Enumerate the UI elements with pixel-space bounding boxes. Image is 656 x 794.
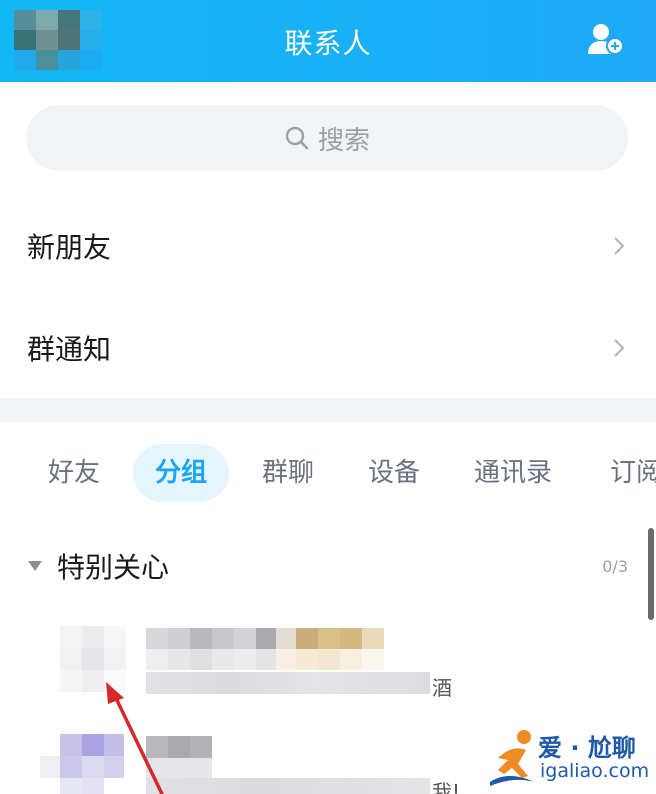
page-title: 联系人 [284, 27, 372, 60]
group-count: 0/3 [602, 556, 628, 576]
group-special-care[interactable]: 特别关心 0/3 [0, 538, 656, 594]
search-icon [285, 126, 309, 150]
chevron-right-icon [614, 237, 625, 255]
tab-subscriptions[interactable]: 订阅 [610, 444, 656, 502]
scrollbar[interactable] [648, 528, 654, 620]
watermark-url: igaliao.com [540, 760, 650, 782]
add-contact-icon[interactable] [586, 20, 626, 60]
section-divider [0, 398, 656, 422]
row-label: 群通知 [27, 333, 112, 366]
chevron-right-icon [614, 339, 625, 357]
tab-friends[interactable]: 好友 [48, 444, 100, 502]
app-header: 联系人 [0, 0, 656, 82]
search-bar[interactable]: 搜索 [26, 105, 628, 171]
group-notifications-row[interactable]: 群通知 [0, 296, 656, 400]
search-placeholder: 搜索 [317, 125, 370, 156]
new-friends-row[interactable]: 新朋友 [0, 194, 656, 298]
contact-status [146, 778, 430, 794]
triangle-down-icon [28, 561, 42, 571]
contact-status [146, 672, 430, 694]
contact-name[interactable] [146, 628, 384, 670]
contact-status-suffix: 我! [432, 780, 461, 794]
contact-tabs: 好友 分组 群聊 设备 通讯录 订阅 [0, 438, 656, 510]
watermark-brand: 爱 · 尬聊 [538, 734, 636, 762]
tab-groups[interactable]: 分组 [133, 444, 230, 502]
row-label: 新朋友 [27, 231, 112, 264]
annotation-arrow [106, 682, 164, 794]
group-title: 特别关心 [57, 551, 170, 584]
tab-group-chats[interactable]: 群聊 [262, 444, 314, 502]
tab-devices[interactable]: 设备 [368, 444, 420, 502]
tab-address-book[interactable]: 通讯录 [474, 444, 552, 502]
site-watermark: 爱 · 尬聊 igaliao.com [488, 726, 656, 794]
contact-status-suffix: 酒 [432, 676, 452, 700]
running-figure-logo-icon [490, 730, 534, 786]
